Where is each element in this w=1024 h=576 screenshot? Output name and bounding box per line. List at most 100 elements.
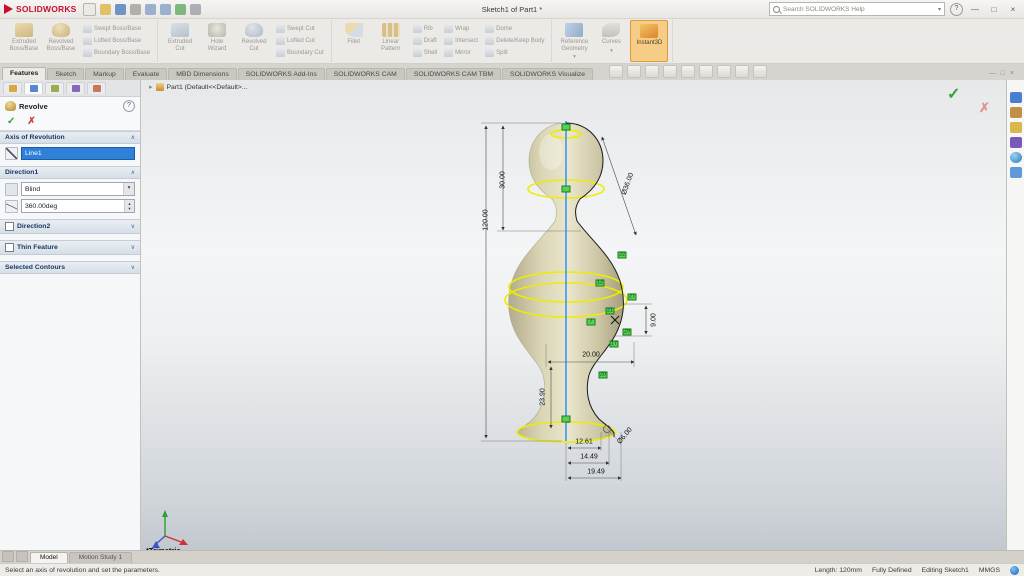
ok-button[interactable]: ✓ xyxy=(7,116,15,127)
lofted-boss-base-button[interactable]: Lofted Boss/Base xyxy=(81,36,152,46)
extruded-cut-button[interactable]: Extruded Cut xyxy=(162,20,198,62)
spin-down-icon[interactable]: ▾ xyxy=(125,206,134,211)
section-selected-contours[interactable]: Selected Contours ∨ xyxy=(0,261,140,274)
property-manager-tab[interactable] xyxy=(24,82,43,94)
minimize-button[interactable]: — xyxy=(968,5,982,14)
split-button[interactable]: Split xyxy=(483,48,546,58)
close-panel-icon[interactable]: × xyxy=(1010,70,1014,77)
edit-appearance-icon[interactable] xyxy=(735,65,749,78)
hole-wizard-button[interactable]: Hole Wizard xyxy=(199,20,235,62)
sketch-point-marker[interactable]: 29 xyxy=(623,329,632,336)
tab-solidworks-cam[interactable]: SOLIDWORKS CAM xyxy=(326,68,405,80)
tab-evaluate[interactable]: Evaluate xyxy=(125,68,167,80)
undo-icon[interactable] xyxy=(145,4,156,15)
rebuild-icon[interactable] xyxy=(175,4,186,15)
dimension-label[interactable]: 14.49 xyxy=(580,454,598,461)
zoom-area-icon[interactable] xyxy=(627,65,641,78)
tab-mbd-dimensions[interactable]: MBD Dimensions xyxy=(168,68,237,80)
tab-features[interactable]: Features xyxy=(2,67,46,80)
file-explorer-icon[interactable] xyxy=(1010,122,1022,133)
minimize-panel-icon[interactable]: — xyxy=(989,70,996,77)
expand-arrow-icon[interactable]: ▸ xyxy=(149,83,153,91)
solidworks-logo[interactable]: SOLIDWORKS xyxy=(4,4,77,14)
search-input[interactable]: Search SOLIDWORKS Help ▾ xyxy=(769,2,945,16)
axis-selection-field[interactable]: Line1 xyxy=(21,147,135,160)
close-button[interactable]: × xyxy=(1006,5,1020,14)
section-direction2[interactable]: Direction2 ∨ xyxy=(0,219,140,234)
print-icon[interactable] xyxy=(130,4,141,15)
help-button[interactable]: ? xyxy=(950,3,963,16)
featuremanager-tree-tab[interactable] xyxy=(3,82,22,94)
float-panel-icon[interactable]: □ xyxy=(1001,70,1005,77)
breadcrumb[interactable]: ▸ Part1 (Default<<Default>... xyxy=(149,83,248,91)
view-palette-icon[interactable] xyxy=(1010,137,1022,148)
tab-model[interactable]: Model xyxy=(30,552,68,563)
dome-button[interactable]: Dome xyxy=(483,24,546,34)
swept-boss-base-button[interactable]: Swept Boss/Base xyxy=(81,24,152,34)
sketch-point-marker[interactable] xyxy=(562,416,571,423)
dimension-label[interactable]: 12.61 xyxy=(575,439,593,446)
extruded-boss-base-button[interactable]: Extruded Boss/Base xyxy=(6,20,42,62)
linear-pattern-button[interactable]: Linear Pattern xyxy=(373,20,409,62)
dimxpert-manager-tab[interactable] xyxy=(66,82,85,94)
angle-input[interactable]: 360.00deg ▴▾ xyxy=(21,199,135,213)
chevron-down-icon[interactable]: ▾ xyxy=(123,183,134,195)
pm-help-icon[interactable]: ? xyxy=(123,100,135,112)
dimension-label[interactable]: 20.00 xyxy=(582,352,600,359)
dimension-label[interactable]: 19.49 xyxy=(587,469,605,476)
boundary-boss-base-button[interactable]: Boundary Boss/Base xyxy=(81,48,152,58)
open-icon[interactable] xyxy=(100,4,111,15)
rib-button[interactable]: Rib xyxy=(411,24,439,34)
new-document-icon[interactable] xyxy=(83,3,96,16)
model-canvas[interactable] xyxy=(141,80,1006,550)
dimension-label[interactable]: 23.90 xyxy=(540,388,547,406)
reverse-direction-icon[interactable] xyxy=(5,183,18,196)
thin-feature-checkbox[interactable] xyxy=(5,243,14,252)
web-help-icon[interactable] xyxy=(1010,566,1019,575)
mirror-button[interactable]: Mirror xyxy=(442,48,480,58)
sketch-point-marker[interactable]: 27 xyxy=(628,294,637,301)
confirm-ok-icon[interactable]: ✓ xyxy=(947,84,960,104)
tab-motion-study-1[interactable]: Motion Study 1 xyxy=(69,552,132,563)
section-axis-of-revolution[interactable]: Axis of Revolution ∧ xyxy=(0,131,140,144)
dimension-label[interactable]: 9.00 xyxy=(651,313,658,327)
chevron-down-icon[interactable]: ▾ xyxy=(938,6,941,13)
dimension-label[interactable]: 120.00 xyxy=(483,209,490,230)
section-thin-feature[interactable]: Thin Feature ∨ xyxy=(0,240,140,255)
confirm-cancel-icon[interactable]: ✗ xyxy=(979,100,990,116)
spinner-buttons[interactable]: ▴▾ xyxy=(124,200,134,212)
intersect-button[interactable]: Intersect xyxy=(442,36,480,46)
status-units[interactable]: MMGS xyxy=(979,567,1000,574)
view-orientation-icon[interactable] xyxy=(681,65,695,78)
dimension-label[interactable]: 30.00 xyxy=(500,171,507,189)
save-icon[interactable] xyxy=(115,4,126,15)
view-settings-icon[interactable] xyxy=(753,65,767,78)
configuration-manager-tab[interactable] xyxy=(45,82,64,94)
tab-sketch[interactable]: Sketch xyxy=(47,68,84,80)
tab-solidworks-add-ins[interactable]: SOLIDWORKS Add-Ins xyxy=(238,68,325,80)
section-direction1[interactable]: Direction1 ∧ xyxy=(0,166,140,179)
tab-solidworks-visualize[interactable]: SOLIDWORKS Visualize xyxy=(502,68,593,80)
hide-show-items-icon[interactable] xyxy=(717,65,731,78)
sketch-point-marker[interactable]: 17 xyxy=(610,341,619,348)
reference-geometry-button[interactable]: Reference Geometry▾ xyxy=(556,20,592,62)
options-icon[interactable] xyxy=(190,4,201,15)
revolved-boss-base-button[interactable]: Revolved Boss/Base xyxy=(43,20,79,62)
tab-solidworks-cam-tbm[interactable]: SOLIDWORKS CAM TBM xyxy=(406,68,501,80)
delete-keep-body-button[interactable]: Delete/Keep Body xyxy=(483,36,546,46)
revolved-cut-button[interactable]: Revolved Cut xyxy=(236,20,272,62)
design-library-icon[interactable] xyxy=(1010,107,1022,118)
tab-scroll-right-icon[interactable] xyxy=(16,551,28,562)
lofted-cut-button[interactable]: Lofted Cut xyxy=(274,36,326,46)
boundary-cut-button[interactable]: Boundary Cut xyxy=(274,48,326,58)
fillet-button[interactable]: Fillet xyxy=(336,20,372,62)
previous-view-icon[interactable] xyxy=(645,65,659,78)
sketch-point-marker[interactable]: 12 xyxy=(596,280,605,287)
display-style-icon[interactable] xyxy=(699,65,713,78)
draft-button[interactable]: Draft xyxy=(411,36,439,46)
sketch-point-marker[interactable] xyxy=(562,186,571,193)
direction2-checkbox[interactable] xyxy=(5,222,14,231)
viewport[interactable]: ▸ Part1 (Default<<Default>... ✓ ✗ *Trime… xyxy=(141,80,1006,550)
restore-button[interactable]: □ xyxy=(987,5,1001,14)
sketch-point-marker[interactable]: 22 xyxy=(618,252,627,259)
